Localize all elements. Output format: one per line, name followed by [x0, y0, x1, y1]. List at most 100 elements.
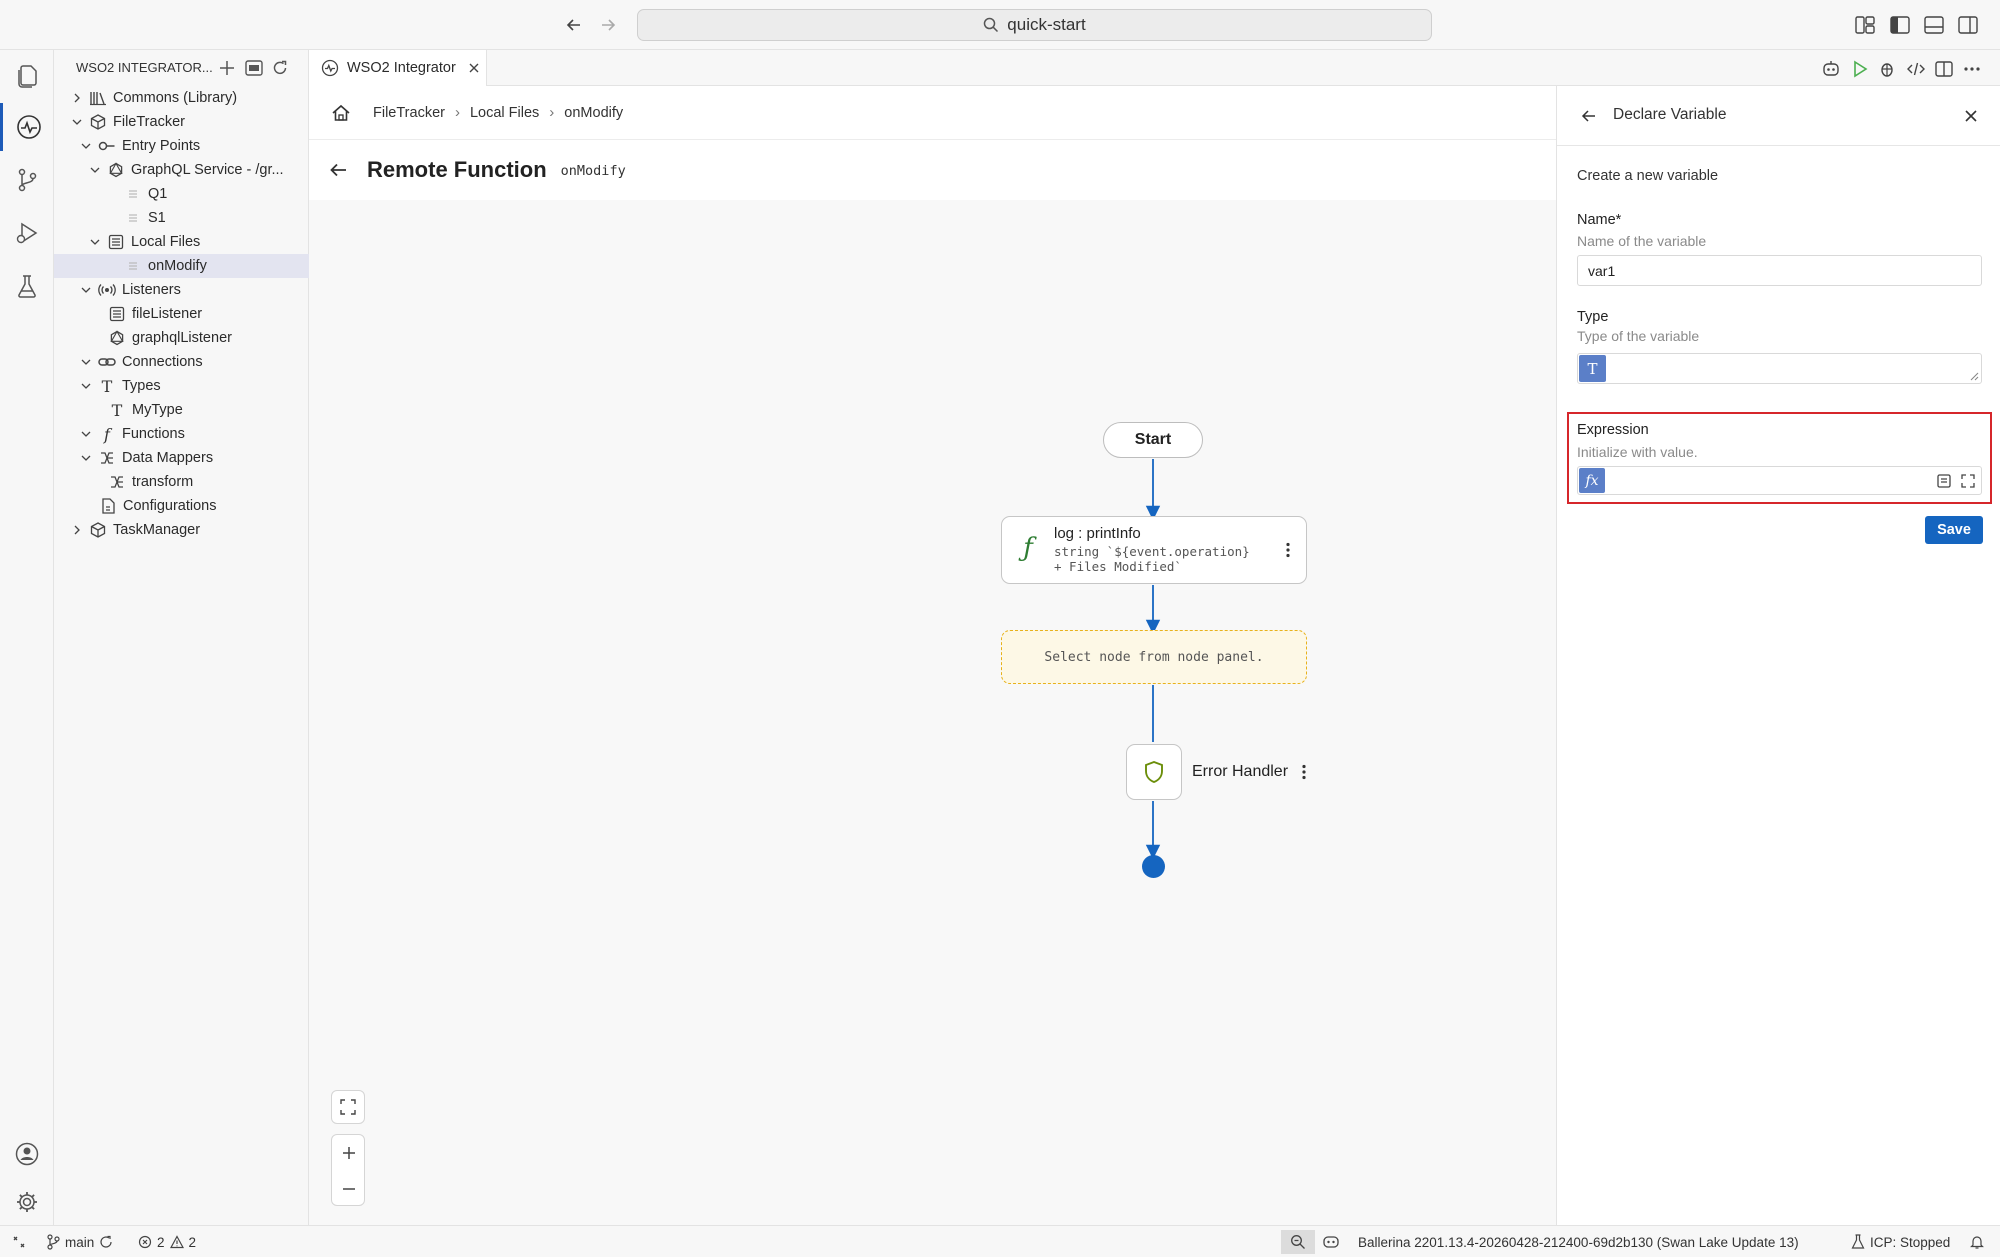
notifications-bell-icon[interactable] [1970, 1226, 1984, 1257]
copilot-status-icon[interactable] [1322, 1226, 1340, 1257]
tree-item-taskmanager[interactable]: TaskManager [54, 518, 309, 542]
split-editor-icon[interactable] [1933, 58, 1955, 80]
run-icon[interactable] [1849, 58, 1871, 80]
git-branch-indicator[interactable]: main [46, 1226, 113, 1257]
back-arrow-icon[interactable] [560, 12, 588, 38]
declare-variable-panel: Declare Variable Create a new variable N… [1556, 86, 2000, 1225]
forward-arrow-icon[interactable] [594, 12, 622, 38]
resize-handle-icon[interactable] [1969, 371, 1979, 381]
data-mapper-icon [108, 473, 126, 491]
zoom-search-icon[interactable] [1281, 1230, 1315, 1254]
settings-gear-icon[interactable] [0, 1178, 54, 1226]
source-control-icon[interactable] [0, 156, 54, 204]
tree-item-graphqllistener[interactable]: graphqlListener [54, 326, 309, 350]
kebab-menu-icon[interactable] [1280, 539, 1296, 561]
ballerina-version-indicator[interactable]: Ballerina 2201.13.4-20260428-212400-69d2… [1358, 1226, 1799, 1257]
type-icon: T [101, 376, 113, 396]
breadcrumb-item-local-files[interactable]: Local Files [470, 105, 539, 121]
more-actions-icon[interactable] [1961, 58, 1983, 80]
tree-item-label: Configurations [123, 498, 217, 514]
tree-item-onmodify[interactable]: onModify [54, 254, 309, 278]
tab-wso2-integrator[interactable]: WSO2 Integrator [309, 50, 487, 86]
command-center-text: quick-start [1007, 15, 1086, 34]
tab-label: WSO2 Integrator [347, 60, 456, 76]
chevron-right-icon [69, 522, 85, 538]
problems-indicator[interactable]: 2 2 [138, 1226, 196, 1257]
status-bar: main 2 2 Ballerina 2201.13.4-20260428-21… [0, 1225, 2000, 1257]
add-icon[interactable] [216, 57, 238, 79]
error-handler-node[interactable] [1126, 744, 1182, 800]
tree-item-mytype[interactable]: T MyType [54, 398, 309, 422]
expression-fx-icon[interactable]: fx [1579, 468, 1605, 493]
wso2-integrator-icon[interactable] [0, 103, 54, 151]
panel-intro-text: Create a new variable [1577, 168, 1719, 184]
home-icon[interactable] [331, 104, 351, 122]
tree-item-listeners[interactable]: Listeners [54, 278, 309, 302]
tree-item-label: Entry Points [122, 138, 201, 154]
tree-item-data-mappers[interactable]: Data Mappers [54, 446, 309, 470]
title-bar: quick-start [0, 0, 2000, 50]
tree-item-entry-points[interactable]: Entry Points [54, 134, 309, 158]
resource-icon [124, 185, 142, 203]
tree-item-q1[interactable]: Q1 [54, 182, 309, 206]
save-button-label: Save [1937, 522, 1971, 538]
start-node-label: Start [1134, 431, 1172, 448]
command-center-search[interactable]: quick-start [637, 9, 1432, 41]
expand-editor-icon[interactable] [1959, 472, 1977, 490]
back-arrow-icon[interactable] [329, 161, 349, 179]
page-title: Remote Function [367, 157, 547, 182]
database-icon[interactable] [243, 57, 265, 79]
copilot-icon[interactable] [1820, 58, 1842, 80]
variable-name-input[interactable] [1577, 255, 1982, 286]
source-code-icon[interactable] [1905, 58, 1927, 80]
close-icon[interactable] [1959, 104, 1983, 128]
tree-item-label: Functions [122, 426, 185, 442]
tree-item-connections[interactable]: Connections [54, 350, 309, 374]
tree-item-types[interactable]: T Types [54, 374, 309, 398]
tree-item-filelistener[interactable]: fileListener [54, 302, 309, 326]
tree-item-commons-library[interactable]: Commons (Library) [54, 86, 309, 110]
tree-item-functions[interactable]: f Functions [54, 422, 309, 446]
zoom-out-button[interactable] [332, 1171, 366, 1207]
remote-indicator-icon[interactable] [12, 1226, 26, 1257]
debug-bug-icon[interactable] [1876, 58, 1898, 80]
toggle-primary-sidebar-icon[interactable] [1888, 13, 1912, 37]
log-printinfo-node[interactable]: ƒ log : printInfo string `${event.operat… [1001, 516, 1307, 584]
expression-input[interactable]: fx [1577, 466, 1982, 495]
close-icon[interactable] [468, 62, 480, 74]
resource-icon [124, 209, 142, 227]
toggle-secondary-sidebar-icon[interactable] [1956, 13, 1980, 37]
tree-item-configurations[interactable]: Configurations [54, 494, 309, 518]
accounts-icon[interactable] [0, 1130, 54, 1178]
empty-node-placeholder[interactable]: Select node from node panel. [1001, 630, 1307, 684]
refresh-icon[interactable] [269, 57, 291, 79]
tree-item-local-files[interactable]: Local Files [54, 230, 309, 254]
tree-item-graphql-service[interactable]: GraphQL Service - /gr... [54, 158, 309, 182]
breadcrumb-item-filetracker[interactable]: FileTracker [373, 105, 445, 121]
warning-triangle-icon [169, 1235, 184, 1249]
activity-bar [0, 50, 54, 1225]
fit-to-screen-button[interactable] [331, 1090, 365, 1124]
kebab-menu-icon[interactable] [1296, 760, 1312, 784]
expression-helper-icon[interactable] [1935, 472, 1953, 490]
tree-item-transform[interactable]: transform [54, 470, 309, 494]
variable-type-input[interactable]: T [1577, 353, 1982, 384]
chevron-down-icon [78, 354, 94, 370]
tree-item-label: MyType [132, 402, 183, 418]
back-arrow-icon[interactable] [1577, 104, 1601, 128]
tree-item-s1[interactable]: S1 [54, 206, 309, 230]
tree-item-filetracker[interactable]: FileTracker [54, 110, 309, 134]
start-node[interactable]: Start [1103, 422, 1203, 458]
tree-item-label: TaskManager [113, 522, 201, 538]
customize-layout-icon[interactable] [1853, 13, 1877, 37]
toggle-panel-icon[interactable] [1922, 13, 1946, 37]
sync-icon[interactable] [99, 1235, 113, 1249]
explorer-files-icon[interactable] [0, 52, 54, 100]
testing-flask-icon[interactable] [0, 262, 54, 310]
zoom-in-button[interactable] [332, 1135, 366, 1171]
flow-diagram-canvas[interactable]: Start ƒ log : printInfo string `${event.… [309, 200, 1556, 1225]
breadcrumb-item-onmodify[interactable]: onModify [564, 105, 623, 121]
run-and-debug-icon[interactable] [0, 209, 54, 257]
icp-status-indicator[interactable]: ICP: Stopped [1851, 1226, 1950, 1257]
save-button[interactable]: Save [1925, 516, 1983, 544]
